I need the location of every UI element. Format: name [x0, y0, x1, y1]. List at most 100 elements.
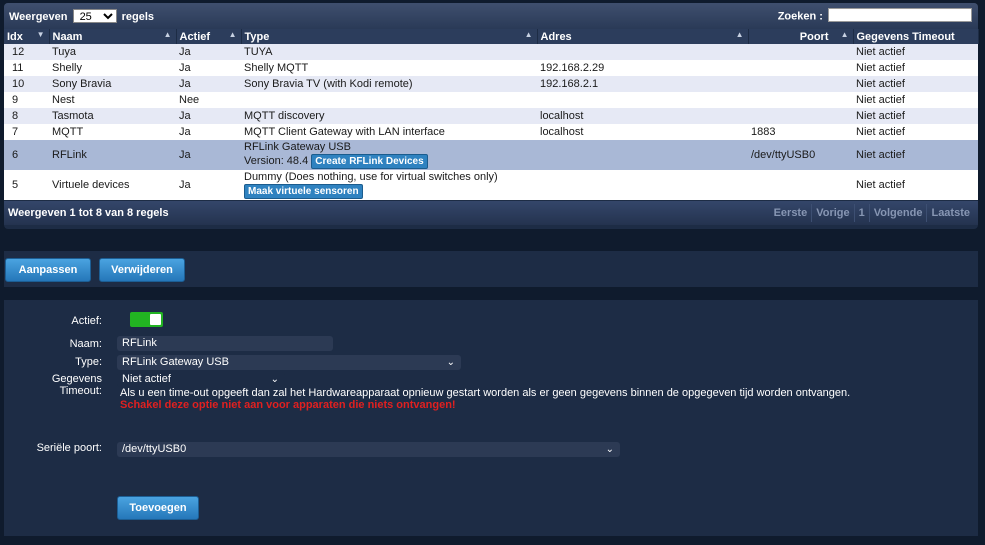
- timeout-select[interactable]: Niet actief ⌄: [117, 372, 285, 387]
- table-row[interactable]: 8 Tasmota Ja MQTT discovery localhost Ni…: [4, 108, 978, 124]
- column-header-naam[interactable]: Naam ▲: [49, 29, 177, 44]
- cell-type: Shelly MQTT: [241, 60, 537, 76]
- cell-adres: localhost: [537, 124, 748, 140]
- column-header-poort[interactable]: Poort ▲: [748, 29, 854, 44]
- cell-adres: [537, 140, 748, 170]
- serial-port-value: /dev/ttyUSB0: [122, 443, 187, 455]
- cell-actief: Nee: [176, 92, 241, 108]
- add-button[interactable]: Toevoegen: [117, 496, 199, 520]
- column-header-timeout[interactable]: Gegevens Timeout: [853, 29, 979, 44]
- cell-poort: [748, 170, 853, 200]
- cell-naam: Sony Bravia: [49, 76, 176, 92]
- column-header-adres[interactable]: Adres ▲: [537, 29, 749, 44]
- cell-type: RFLink Gateway USB Version: 48.4 Create …: [241, 140, 537, 170]
- cell-idx: 7: [4, 124, 49, 140]
- cell-idx: 10: [4, 76, 49, 92]
- cell-timeout: Niet actief: [853, 76, 978, 92]
- sort-icon: ▲: [735, 30, 744, 39]
- create-rflink-devices-button[interactable]: Create RFLink Devices: [311, 154, 428, 169]
- pager-last[interactable]: Laatste: [926, 204, 974, 222]
- page-length-select[interactable]: 25: [72, 9, 117, 23]
- pager-page-1[interactable]: 1: [853, 204, 869, 222]
- cell-idx: 6: [4, 140, 49, 170]
- table-row[interactable]: 7 MQTT Ja MQTT Client Gateway with LAN i…: [4, 124, 978, 140]
- cell-idx: 11: [4, 60, 49, 76]
- hardware-form: Actief: Naam: RFLink Type: RFLink Gatewa…: [4, 300, 978, 536]
- cell-naam: Shelly: [49, 60, 176, 76]
- cell-actief: Ja: [176, 170, 241, 200]
- type-text: Dummy (Does nothing, use for virtual swi…: [244, 171, 498, 183]
- cell-actief: Ja: [176, 140, 241, 170]
- cell-timeout: Niet actief: [853, 124, 978, 140]
- cell-naam: RFLink: [49, 140, 176, 170]
- cell-poort: /dev/ttyUSB0: [748, 140, 853, 170]
- table-row[interactable]: 5 Virtuele devices Ja Dummy (Does nothin…: [4, 170, 978, 200]
- timeout-help-text: Als u een time-out opgeeft dan zal het H…: [120, 387, 851, 399]
- column-header-idx[interactable]: Idx ▼: [4, 29, 50, 44]
- timeout-warning: Schakel deze optie niet aan voor apparat…: [120, 399, 456, 411]
- cell-adres: localhost: [537, 108, 748, 124]
- cell-type: TUYA: [241, 44, 537, 60]
- cell-naam: Nest: [49, 92, 176, 108]
- cell-timeout: Niet actief: [853, 60, 978, 76]
- toggle-knob: [150, 314, 161, 325]
- update-button[interactable]: Aanpassen: [5, 258, 91, 282]
- cell-poort: [748, 92, 853, 108]
- chevron-down-icon: ⌄: [605, 444, 614, 455]
- cell-adres: 192.168.2.29: [537, 60, 748, 76]
- timeout-select-value: Niet actief: [122, 373, 171, 385]
- table-row[interactable]: 11 Shelly Ja Shelly MQTT 192.168.2.29 Ni…: [4, 60, 978, 76]
- column-header-actief[interactable]: Actief ▲: [176, 29, 242, 44]
- table-row-selected[interactable]: 6 RFLink Ja RFLink Gateway USB Version: …: [4, 140, 978, 170]
- cell-adres: [537, 170, 748, 200]
- actions-panel: Aanpassen Verwijderen: [4, 251, 978, 287]
- cell-timeout: Niet actief: [853, 140, 978, 170]
- cell-adres: [537, 44, 748, 60]
- cell-idx: 12: [4, 44, 49, 60]
- delete-button[interactable]: Verwijderen: [99, 258, 185, 282]
- cell-idx: 8: [4, 108, 49, 124]
- pager-prev[interactable]: Vorige: [811, 204, 853, 222]
- cell-naam: Tasmota: [49, 108, 176, 124]
- pagination: Eerste Vorige 1 Volgende Laatste: [770, 204, 974, 222]
- table-row[interactable]: 10 Sony Bravia Ja Sony Bravia TV (with K…: [4, 76, 978, 92]
- cell-type: [241, 92, 537, 108]
- type-select-value: RFLink Gateway USB: [122, 356, 229, 368]
- column-header-type[interactable]: Type ▲: [241, 29, 538, 44]
- cell-actief: Ja: [176, 44, 241, 60]
- cell-actief: Ja: [176, 124, 241, 140]
- serial-port-label: Seriële poort:: [36, 442, 102, 454]
- pager-next[interactable]: Volgende: [868, 204, 927, 222]
- cell-naam: MQTT: [49, 124, 176, 140]
- name-input[interactable]: RFLink: [117, 336, 333, 351]
- sort-icon: ▲: [524, 30, 533, 39]
- table-info: Weergeven 1 tot 8 van 8 regels: [8, 207, 169, 219]
- type-text: RFLink Gateway USB: [244, 141, 351, 153]
- page-length-control: Weergeven 25 regels: [9, 9, 154, 23]
- sort-desc-icon: ▼: [36, 30, 45, 39]
- search-input[interactable]: [828, 8, 972, 22]
- name-label: Naam:: [69, 338, 102, 350]
- active-toggle[interactable]: [130, 312, 163, 327]
- cell-adres: 192.168.2.1: [537, 76, 748, 92]
- cell-timeout: Niet actief: [853, 108, 978, 124]
- type-select[interactable]: RFLink Gateway USB ⌄: [117, 355, 461, 370]
- cell-poort: [748, 60, 853, 76]
- table-footer: Weergeven 1 tot 8 van 8 regels Eerste Vo…: [4, 201, 978, 225]
- cell-idx: 5: [4, 170, 49, 200]
- pager-first[interactable]: Eerste: [770, 204, 812, 222]
- type-label: Type:: [75, 356, 102, 368]
- cell-idx: 9: [4, 92, 49, 108]
- cell-naam: Tuya: [49, 44, 176, 60]
- cell-poort: [748, 44, 853, 60]
- make-virtual-sensors-button[interactable]: Maak virtuele sensoren: [244, 184, 363, 199]
- serial-port-select[interactable]: /dev/ttyUSB0 ⌄: [117, 442, 620, 457]
- table-row[interactable]: 9 Nest Nee Niet actief: [4, 92, 978, 108]
- sort-icon: ▲: [840, 30, 849, 39]
- active-label: Actief:: [71, 315, 102, 327]
- table-header-row: Idx ▼ Naam ▲ Actief ▲ Type ▲ Adres ▲ Poort ▲ G…: [4, 29, 979, 44]
- table-row[interactable]: 12 Tuya Ja TUYA Niet actief: [4, 44, 978, 60]
- hardware-table: Idx ▼ Naam ▲ Actief ▲ Type ▲ Adres ▲ Poort ▲ G…: [4, 29, 979, 200]
- cell-timeout: Niet actief: [853, 170, 978, 200]
- cell-poort: [748, 76, 853, 92]
